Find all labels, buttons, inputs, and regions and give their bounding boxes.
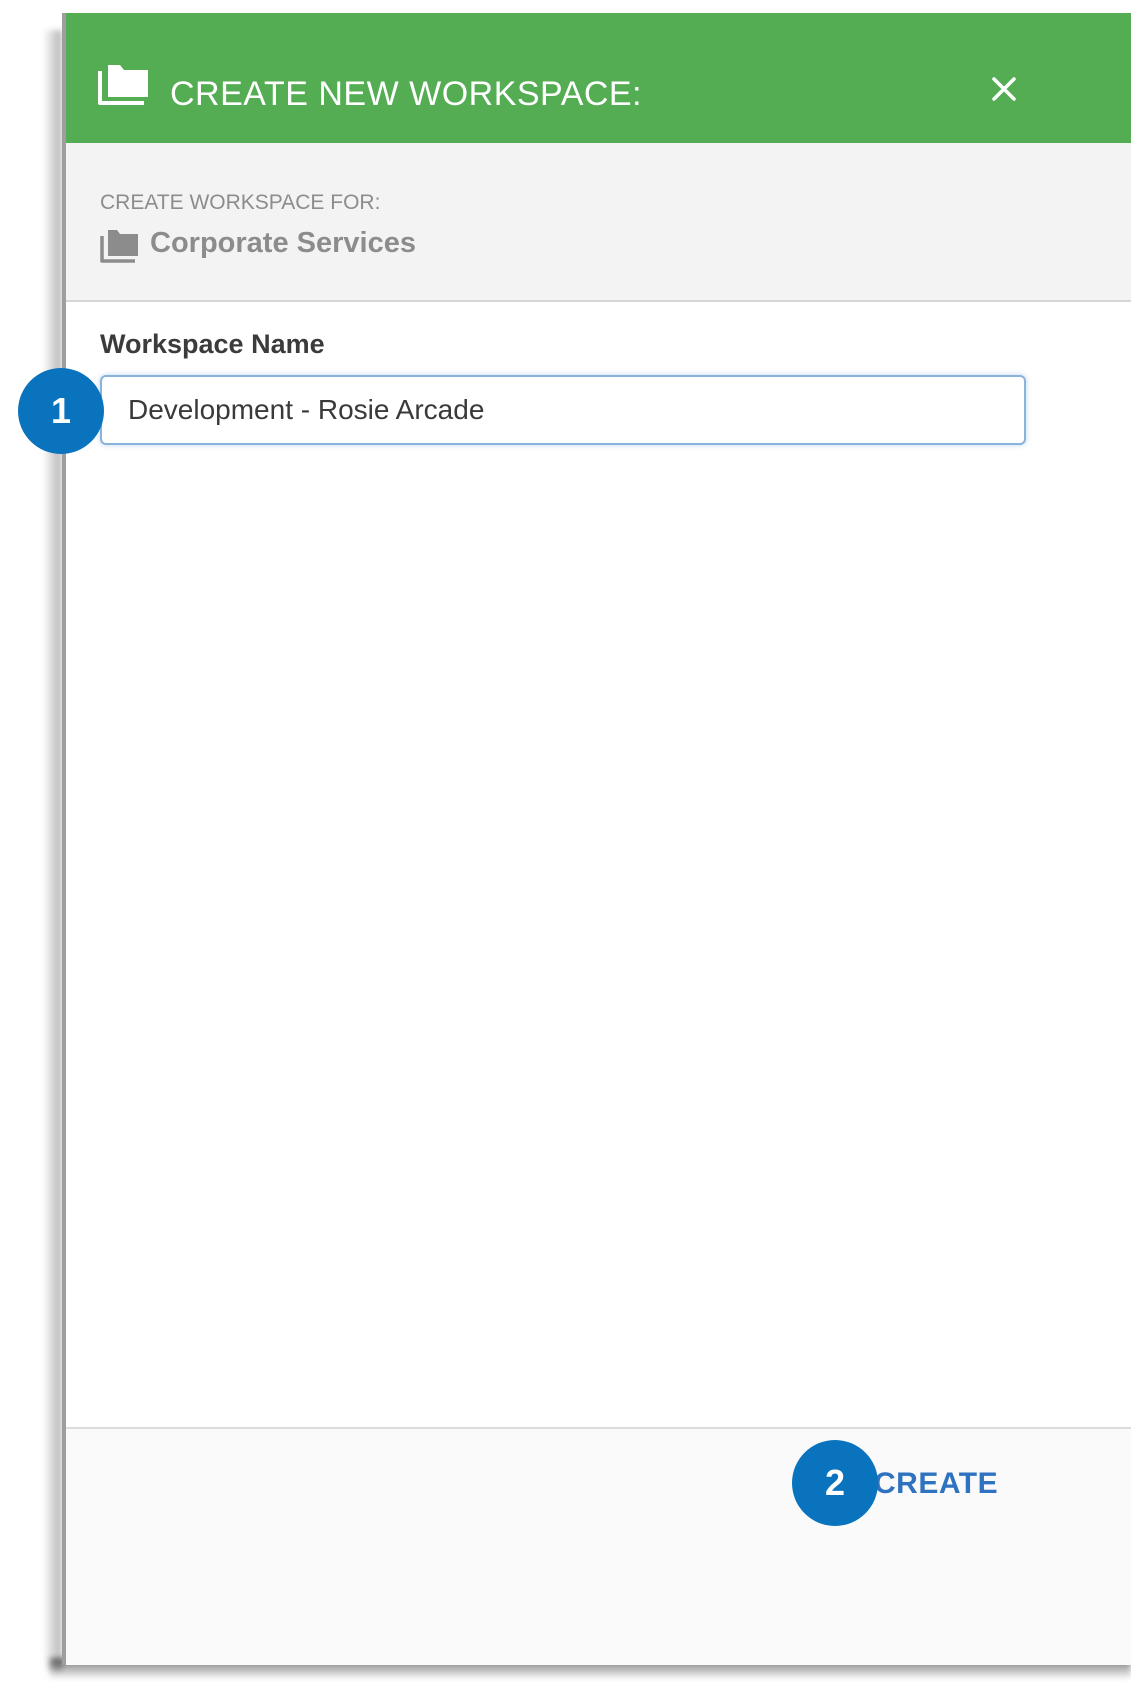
step-callout-2: 2	[792, 1440, 878, 1526]
folder-stack-icon	[100, 229, 140, 263]
screenshot-canvas: CREATE NEW WORKSPACE: CREATE WORKSPACE F…	[0, 0, 1131, 1697]
create-button[interactable]: CREATE	[874, 1467, 998, 1501]
workspace-name-label: Workspace Name	[100, 329, 325, 359]
workspace-parent-section: CREATE WORKSPACE FOR: Corporate Services	[66, 143, 1131, 302]
create-for-label: CREATE WORKSPACE FOR:	[100, 191, 381, 214]
panel-shadow-left	[44, 30, 62, 1670]
dialog-title: CREATE NEW WORKSPACE:	[170, 75, 643, 113]
workspace-name-input[interactable]	[100, 375, 1026, 445]
dialog-footer	[66, 1427, 1131, 1665]
dialog-header: CREATE NEW WORKSPACE:	[66, 13, 1131, 143]
close-icon[interactable]	[986, 71, 1022, 107]
step-callout-1: 1	[18, 368, 104, 454]
folder-stack-icon	[98, 63, 150, 105]
create-workspace-dialog: CREATE NEW WORKSPACE: CREATE WORKSPACE F…	[62, 13, 1131, 1665]
parent-workspace-name: Corporate Services	[150, 227, 416, 259]
